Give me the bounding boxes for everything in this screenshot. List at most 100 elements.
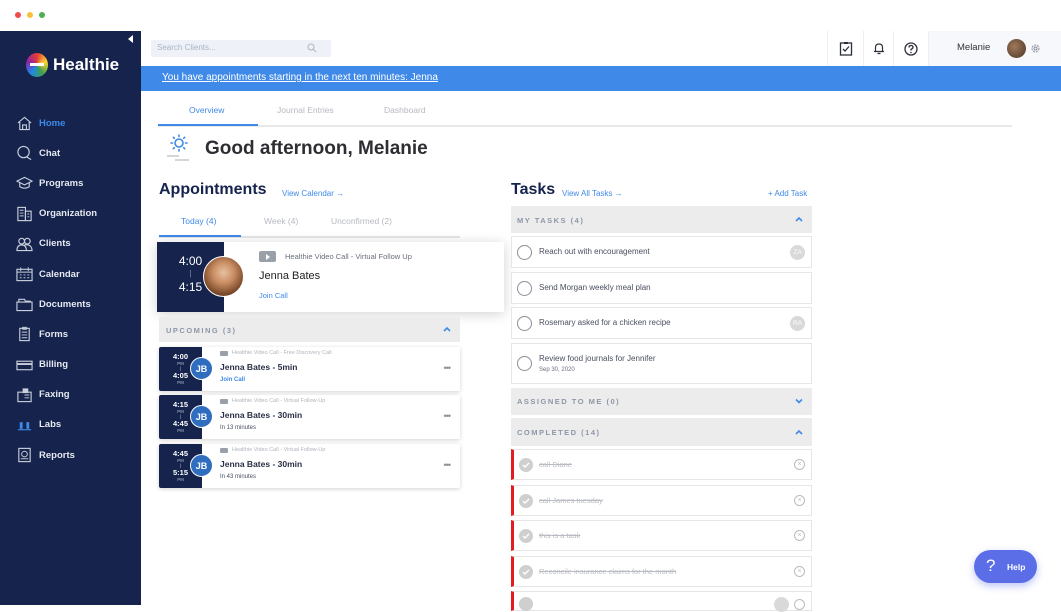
- completed-header[interactable]: COMPLETED (14): [511, 418, 812, 446]
- tab-overview[interactable]: Overview: [189, 105, 224, 115]
- search-icon[interactable]: [307, 43, 317, 53]
- view-all-tasks-link[interactable]: View All Tasks →: [562, 189, 623, 198]
- tab-week[interactable]: Week (4): [264, 216, 298, 226]
- help-question-icon: ?: [986, 556, 996, 575]
- upcoming-section-header[interactable]: UPCOMING (3): [159, 317, 460, 342]
- remove-task-icon[interactable]: ×: [794, 495, 805, 506]
- tab-unconfirmed[interactable]: Unconfirmed (2): [331, 216, 392, 226]
- task-item[interactable]: Review food journals for Jennifer Sep 30,…: [511, 343, 812, 384]
- appointment-card[interactable]: 4:45 PM | 5:15 PM JB Healthie Video Call - Vir…: [159, 444, 460, 488]
- fax-icon: [15, 387, 33, 403]
- remove-task-icon[interactable]: ×: [794, 566, 805, 577]
- appointment-type: Healthie Video Call - Free Discovery Cal…: [232, 350, 332, 356]
- sidebar-item-chat[interactable]: Chat: [15, 138, 141, 168]
- window-close-button[interactable]: [15, 12, 21, 18]
- appointment-type-row: Healthie Video Call - Virtual Follow Up: [259, 251, 412, 262]
- assigned-to-me-header[interactable]: ASSIGNED TO ME (0): [511, 388, 812, 415]
- help-center-button[interactable]: [893, 31, 928, 66]
- sidebar-item-labs[interactable]: Labs: [15, 410, 141, 440]
- check-circle-icon[interactable]: [519, 494, 533, 508]
- sidebar-item-reports[interactable]: Reports: [15, 440, 141, 470]
- sidebar-item-forms[interactable]: Forms: [15, 319, 141, 349]
- sidebar-item-home[interactable]: Home: [15, 108, 141, 138]
- appointment-countdown: In 13 minutes: [220, 425, 257, 431]
- clipboard-check-icon: [839, 42, 852, 56]
- video-play-icon: [259, 251, 276, 262]
- completed-task-item[interactable]: this is a task ×: [511, 520, 812, 551]
- sidebar-item-organization[interactable]: Organization: [15, 199, 141, 229]
- appointment-title: Jenna Bates - 30min: [220, 410, 303, 420]
- task-checkbox[interactable]: [517, 316, 532, 331]
- check-circle-icon[interactable]: [519, 458, 533, 472]
- appointment-type: Healthie Video Call - Virtual Follow-Up: [232, 447, 326, 453]
- check-circle-icon[interactable]: [519, 529, 533, 543]
- end-ampm: PM: [177, 477, 184, 482]
- search-input[interactable]: Search Clients...: [151, 40, 331, 57]
- sidebar-item-label: Forms: [39, 328, 69, 340]
- completed-task-item[interactable]: call Diane ×: [511, 449, 812, 480]
- sidebar-item-documents[interactable]: Documents: [15, 289, 141, 319]
- users-icon: [15, 236, 33, 252]
- join-call-link[interactable]: Join Call: [259, 291, 288, 300]
- task-checkbox[interactable]: [517, 281, 532, 296]
- sidebar-item-programs[interactable]: Programs: [15, 168, 141, 198]
- tab-journal-entries[interactable]: Journal Entries: [277, 105, 334, 115]
- add-task-button[interactable]: + Add Task: [768, 189, 807, 198]
- sidebar-item-clients[interactable]: Clients: [15, 229, 141, 259]
- calendar-icon: [15, 266, 33, 282]
- check-circle-icon[interactable]: [519, 565, 533, 579]
- task-item[interactable]: Send Morgan weekly meal plan: [511, 272, 812, 304]
- window-titlebar: [0, 0, 1061, 31]
- featured-appointment-card[interactable]: 4:00 | 4:15 Healthie Video Call - Virtua…: [157, 242, 504, 312]
- tab-today[interactable]: Today (4): [181, 216, 216, 226]
- task-text: call James tuesday: [539, 496, 603, 505]
- sidebar-item-billing[interactable]: Billing: [15, 350, 141, 380]
- sidebar-item-calendar[interactable]: Calendar: [15, 259, 141, 289]
- appointment-alert-link[interactable]: You have appointments starting in the ne…: [162, 72, 438, 83]
- user-name: Melanie: [957, 42, 991, 53]
- my-tasks-header[interactable]: MY TASKS (4): [511, 206, 812, 233]
- settings-gear-icon[interactable]: [1030, 43, 1041, 54]
- appointment-countdown: In 43 minutes: [220, 474, 257, 480]
- task-text: Reach out with encouragement: [539, 247, 650, 256]
- sidebar-item-label: Calendar: [39, 268, 80, 280]
- remove-task-icon[interactable]: ×: [794, 459, 805, 470]
- completed-task-item[interactable]: Reconcile insurance claims for the month…: [511, 556, 812, 587]
- chevron-up-icon[interactable]: [794, 427, 804, 437]
- upcoming-label: UPCOMING (3): [166, 326, 237, 335]
- client-initials-avatar: JB: [190, 454, 213, 477]
- user-menu[interactable]: Melanie: [928, 31, 1061, 66]
- greeting: Good afternoon, Melanie: [165, 133, 428, 165]
- help-button[interactable]: ? Help: [974, 550, 1037, 583]
- task-item[interactable]: Reach out with encouragement ZA: [511, 236, 812, 268]
- logo[interactable]: Healthie: [26, 53, 119, 77]
- chevron-up-icon[interactable]: [442, 324, 452, 334]
- more-options-icon[interactable]: •••: [444, 411, 452, 421]
- sidebar-item-label: Documents: [39, 298, 91, 310]
- completed-task-item[interactable]: [511, 591, 812, 612]
- sidebar-item-faxing[interactable]: Faxing: [15, 380, 141, 410]
- tasks-button[interactable]: [827, 31, 863, 66]
- appointment-card[interactable]: 4:00 PM | 4:05 PM JB Healthie Video Call - Fre…: [159, 347, 460, 391]
- more-options-icon[interactable]: •••: [444, 363, 452, 373]
- appointment-card[interactable]: 4:15 PM | 4:45 PM JB Healthie Video Call - Vir…: [159, 395, 460, 439]
- tab-dashboard[interactable]: Dashboard: [384, 105, 426, 115]
- window-minimize-button[interactable]: [27, 12, 33, 18]
- notifications-button[interactable]: [863, 31, 893, 66]
- check-circle-icon[interactable]: [519, 597, 533, 611]
- remove-task-icon[interactable]: ×: [794, 530, 805, 541]
- report-icon: [15, 447, 33, 463]
- completed-task-item[interactable]: call James tuesday ×: [511, 485, 812, 516]
- more-options-icon[interactable]: •••: [444, 460, 452, 470]
- join-call-link[interactable]: Join Call: [220, 377, 245, 383]
- task-checkbox[interactable]: [517, 356, 532, 371]
- task-checkbox[interactable]: [517, 245, 532, 260]
- window-maximize-button[interactable]: [39, 12, 45, 18]
- chevron-up-icon[interactable]: [794, 214, 804, 224]
- collapse-sidebar-icon[interactable]: [128, 35, 133, 43]
- view-calendar-link[interactable]: View Calendar →: [282, 189, 344, 198]
- task-item[interactable]: Rosemary asked for a chicken recipe RA: [511, 307, 812, 339]
- chevron-down-icon[interactable]: [794, 396, 804, 406]
- completed-label: COMPLETED (14): [517, 428, 601, 437]
- task-text: this is a task: [539, 531, 581, 540]
